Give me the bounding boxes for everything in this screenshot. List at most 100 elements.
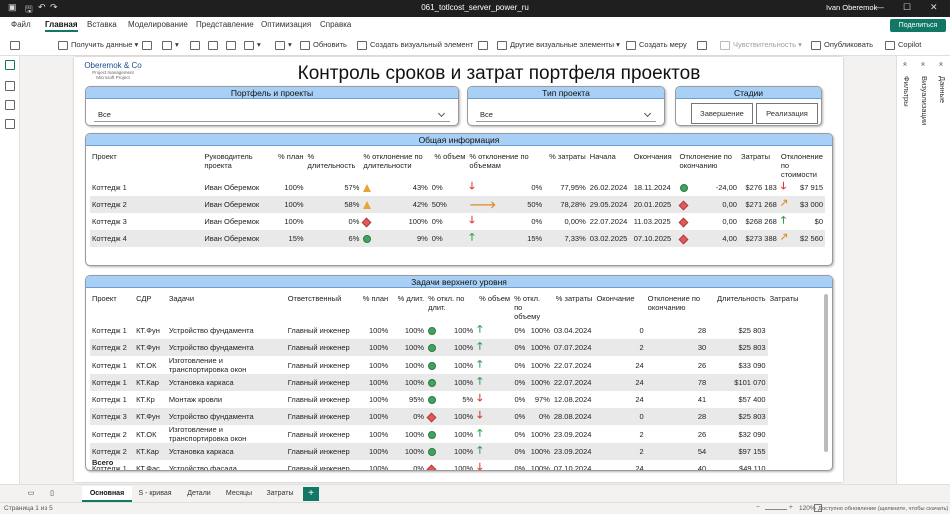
minimize-icon[interactable]: — bbox=[875, 2, 884, 12]
menu-help[interactable]: Справка bbox=[320, 20, 351, 29]
paste-button[interactable] bbox=[10, 40, 23, 50]
summary-row[interactable]: Коттедж 4 Иван Оберемок 15% 6% 9% 0% 🡑 15% 7,33%… bbox=[90, 230, 825, 247]
col-duration[interactable]: % длительность bbox=[306, 152, 362, 179]
onelake-button[interactable]: ▾ bbox=[162, 40, 179, 50]
stage-completion-button[interactable]: Завершение bbox=[691, 103, 753, 124]
sql-button[interactable] bbox=[190, 40, 203, 50]
task-row[interactable]: Коттедж 1 КТ.Кар Установка каркаса Главный … bbox=[90, 374, 820, 391]
zoom-in-icon[interactable]: + bbox=[789, 504, 793, 511]
slicer-portfolio[interactable]: Портфель и проекты Все bbox=[85, 86, 459, 126]
publish-button[interactable]: Опубликовать bbox=[811, 40, 873, 50]
task-row[interactable]: Коттедж 2 КТ.ОК Изготовление и транспортир… bbox=[90, 425, 820, 443]
report-view-icon[interactable] bbox=[5, 60, 15, 70]
mobile-layout-icon[interactable]: ▯ bbox=[44, 486, 60, 502]
collapse-data-icon[interactable]: « bbox=[937, 62, 946, 66]
add-page-button[interactable]: + bbox=[303, 487, 319, 501]
col-cost[interactable]: Затраты bbox=[739, 152, 779, 179]
col-project[interactable]: Проект bbox=[90, 152, 202, 179]
zoom-slider[interactable] bbox=[765, 509, 787, 510]
slicer-project-type-dropdown[interactable]: Все bbox=[476, 105, 656, 122]
transform-button[interactable]: ▾ bbox=[275, 40, 292, 50]
tcol-end[interactable]: Окончание bbox=[594, 294, 645, 322]
sensitivity-button[interactable]: Чувствительность ▾ bbox=[720, 40, 802, 50]
menu-view[interactable]: Представление bbox=[196, 20, 254, 29]
tcol-cost[interactable]: Затраты bbox=[768, 294, 820, 322]
enter-data-button[interactable] bbox=[208, 40, 221, 50]
data-pane-tab[interactable]: Данные bbox=[938, 76, 947, 103]
tcol-end-dev[interactable]: Отклонение по окончанию bbox=[646, 294, 709, 322]
page-tab-main[interactable]: Основная bbox=[82, 486, 132, 502]
tcol-dur[interactable]: % длит. bbox=[390, 294, 426, 322]
page-tab-months[interactable]: Месяцы bbox=[220, 486, 258, 502]
more-visuals-button[interactable]: Другие визуальные элементы ▾ bbox=[497, 40, 620, 50]
col-volume[interactable]: % объем bbox=[430, 152, 468, 179]
task-row[interactable]: Коттедж 1 КТ.Кр Монтаж кровли Главный инжен… bbox=[90, 391, 820, 408]
tcol-dur-dev[interactable]: % откл. по длит. bbox=[426, 294, 475, 322]
tcol-plan[interactable]: % план bbox=[359, 294, 390, 322]
task-row[interactable]: Коттедж 1 КТ.ОК Изготовление и транспортир… bbox=[90, 356, 820, 374]
maximize-icon[interactable]: ☐ bbox=[903, 2, 911, 13]
col-cost-dev[interactable]: Отклонение по стоимости bbox=[779, 152, 825, 179]
col-manager[interactable]: Руководитель проекта bbox=[202, 152, 270, 179]
menu-insert[interactable]: Вставка bbox=[87, 20, 117, 29]
col-plan[interactable]: % план bbox=[270, 152, 306, 179]
tcol-owner[interactable]: Ответственный bbox=[286, 294, 360, 322]
col-start[interactable]: Начала bbox=[588, 152, 632, 179]
visualizations-pane-tab[interactable]: Визуализации bbox=[920, 76, 929, 125]
collapse-visualizations-icon[interactable]: « bbox=[919, 62, 928, 66]
col-end[interactable]: Окончания bbox=[632, 152, 678, 179]
col-end-dev[interactable]: Отклонение по окончанию bbox=[678, 152, 739, 179]
dax-query-icon[interactable] bbox=[5, 119, 15, 129]
col-volume-dev[interactable]: % отклонение по объемам bbox=[467, 152, 544, 179]
col-duration-dev[interactable]: % отклонение по длительности bbox=[361, 152, 429, 179]
page-tab-details[interactable]: Детали bbox=[180, 486, 218, 502]
stage-implementation-button[interactable]: Реализация bbox=[756, 103, 818, 124]
zoom-out-icon[interactable]: − bbox=[756, 504, 760, 511]
new-measure-button[interactable]: Создать меру bbox=[626, 40, 687, 50]
tcol-wbs[interactable]: СДР bbox=[134, 294, 167, 322]
tcol-volume[interactable]: % объем bbox=[475, 294, 512, 322]
menu-modeling[interactable]: Моделирование bbox=[128, 20, 188, 29]
tcol-project[interactable]: Проект bbox=[90, 294, 134, 322]
col-cost-pct[interactable]: % затраты bbox=[544, 152, 588, 179]
share-button[interactable]: Поделиться bbox=[890, 19, 946, 32]
task-row[interactable]: Коттедж 1 КТ.Фун Устройство фундамента Глав… bbox=[90, 322, 820, 339]
menu-optimize[interactable]: Оптимизация bbox=[261, 20, 311, 29]
tcol-duration[interactable]: Длительность bbox=[708, 294, 767, 322]
tasks-scrollbar[interactable] bbox=[824, 294, 828, 452]
summary-row[interactable]: Коттедж 1 Иван Оберемок 100% 57% 43% 0% 🡓 0% 77,… bbox=[90, 179, 825, 196]
task-row[interactable]: Коттедж 3 КТ.Фун Устройство фундамента Глав… bbox=[90, 408, 820, 425]
task-row[interactable]: Коттедж 1 КТ.Фас Устройство фасада Главный … bbox=[90, 460, 820, 470]
excel-button[interactable] bbox=[142, 40, 155, 50]
table-view-icon[interactable] bbox=[5, 81, 15, 91]
text-box-button[interactable] bbox=[478, 40, 491, 50]
task-row[interactable]: Коттедж 2 КТ.Фун Устройство фундамента Глав… bbox=[90, 339, 820, 356]
collapse-filters-icon[interactable]: « bbox=[901, 62, 910, 66]
copilot-button[interactable]: Copilot bbox=[885, 40, 921, 50]
menu-file[interactable]: Файл bbox=[11, 20, 31, 29]
task-cell: 97% bbox=[534, 395, 550, 404]
tcol-volume-dev[interactable]: % откл. по объему bbox=[512, 294, 552, 322]
slicer-portfolio-dropdown[interactable]: Все bbox=[94, 105, 450, 122]
desktop-layout-icon[interactable]: ▭ bbox=[22, 486, 40, 502]
user-name[interactable]: Ivan Oberemok bbox=[826, 3, 877, 12]
tcol-task[interactable]: Задачи bbox=[167, 294, 286, 322]
refresh-button[interactable]: Обновить bbox=[300, 40, 347, 50]
new-visual-button[interactable]: Создать визуальный элемент bbox=[357, 40, 473, 50]
update-notice[interactable]: Доступно обновление (щелкните, чтобы ска… bbox=[818, 505, 948, 511]
tcol-cost-pct[interactable]: % затраты bbox=[552, 294, 595, 322]
close-icon[interactable]: ✕ bbox=[930, 2, 938, 13]
menu-home[interactable]: Главная bbox=[45, 20, 78, 32]
summary-row[interactable]: Коттедж 2 Иван Оберемок 100% 58% 42% 50% 🡒 50% 7… bbox=[90, 196, 825, 213]
model-view-icon[interactable] bbox=[5, 100, 15, 110]
quick-measure-button[interactable] bbox=[697, 40, 710, 50]
recent-sources-button[interactable]: ▾ bbox=[244, 40, 261, 50]
dataverse-button[interactable] bbox=[226, 40, 239, 50]
page-tab-costs[interactable]: Затраты bbox=[260, 486, 300, 502]
filters-pane-tab[interactable]: Фильтры bbox=[902, 76, 911, 107]
get-data-button[interactable]: Получить данные ▾ bbox=[58, 40, 138, 50]
summary-row[interactable]: Коттедж 3 Иван Оберемок 100% 0% 100% 0% 🡓 0% 0,0… bbox=[90, 213, 825, 230]
page-tab-s-curve[interactable]: S - кривая bbox=[132, 486, 178, 502]
slicer-project-type[interactable]: Тип проекта Все bbox=[467, 86, 665, 126]
task-row[interactable]: Коттедж 2 КТ.Кар Установка каркаса Главный … bbox=[90, 443, 820, 460]
